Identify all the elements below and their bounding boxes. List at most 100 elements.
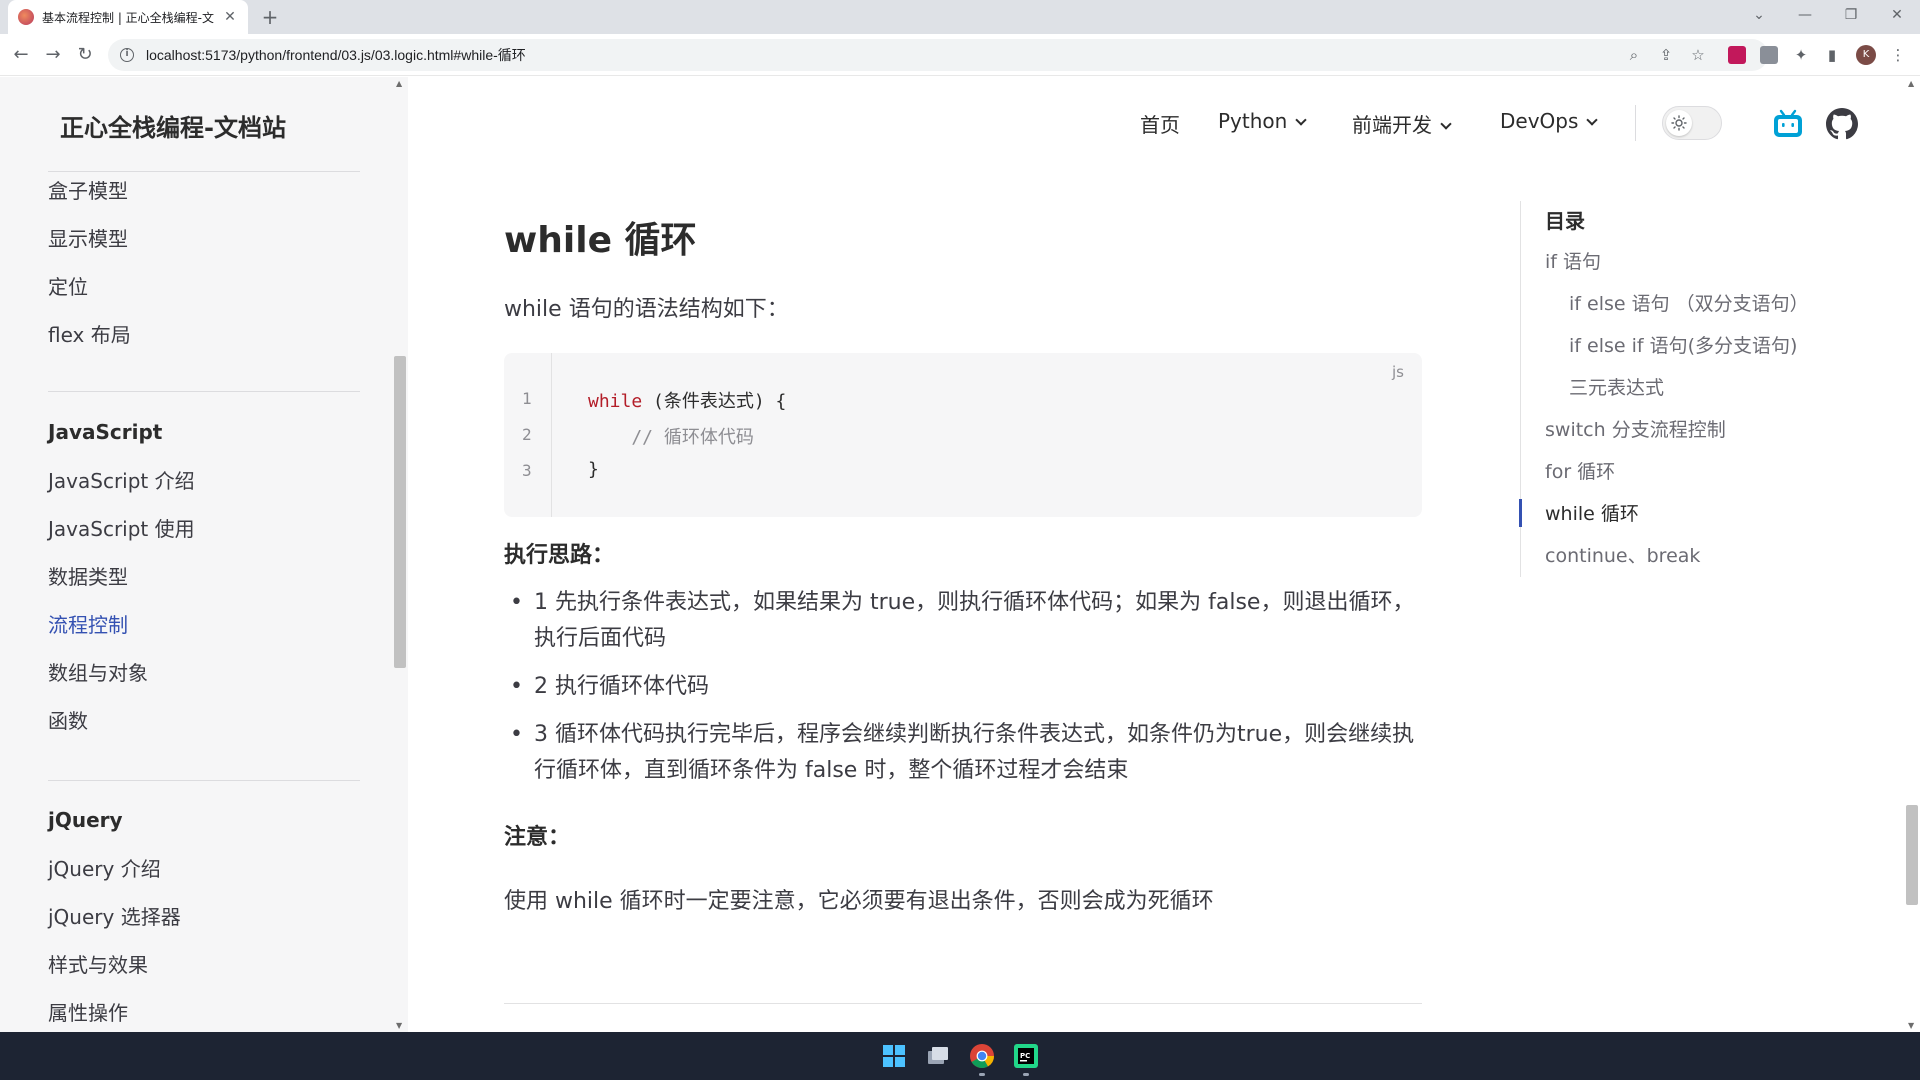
sidebar-item-jquery-intro[interactable]: jQuery 介绍 [48, 853, 161, 882]
code-line-number: 2 [522, 425, 532, 444]
svg-text:PC: PC [1020, 1052, 1030, 1060]
toc-item-if-else[interactable]: if else 语句 （双分支语句） [1569, 289, 1809, 316]
code-line: } [588, 459, 599, 480]
sidebar-item-js-intro[interactable]: JavaScript 介绍 [48, 465, 195, 494]
sidebar-divider [48, 171, 360, 172]
table-of-contents: 目录 if 语句 if else 语句 （双分支语句） if else if 语… [1519, 201, 1860, 577]
close-window-icon[interactable]: ✕ [1874, 0, 1920, 30]
nav-frontend-label: 前端开发 [1352, 113, 1432, 137]
zoom-icon[interactable]: ⌕ [1622, 43, 1646, 67]
scroll-up-arrow-icon[interactable]: ▲ [1908, 79, 1914, 88]
toc-item-while[interactable]: while 循环 [1545, 499, 1639, 526]
extensions-puzzle-icon[interactable]: ✦ [1789, 43, 1813, 67]
share-icon[interactable]: ⇪ [1654, 43, 1678, 67]
nav-separator [1635, 105, 1636, 141]
sidebar-item-js-usage[interactable]: JavaScript 使用 [48, 513, 195, 542]
page-scrollbar[interactable]: ▲ ▼ [1904, 77, 1920, 1032]
toc-item-continue-break[interactable]: continue、break [1545, 541, 1700, 568]
extension-translate-icon[interactable] [1728, 46, 1746, 64]
sidebar-item-jquery-selectors[interactable]: jQuery 选择器 [48, 901, 181, 930]
task-view-icon[interactable] [922, 1040, 954, 1072]
toc-title: 目录 [1545, 209, 1585, 233]
sidebar-scrollbar-thumb[interactable] [394, 356, 406, 668]
sidebar-item-arrays-objects[interactable]: 数组与对象 [48, 657, 148, 686]
close-tab-icon[interactable]: ✕ [222, 9, 238, 25]
sidebar-item-position[interactable]: 定位 [48, 271, 88, 300]
forward-arrow-icon[interactable]: → [40, 42, 66, 68]
page-scrollbar-thumb[interactable] [1906, 805, 1918, 905]
sidebar-item-flow-control[interactable]: 流程控制 [48, 609, 128, 638]
site-info-icon[interactable]: i [120, 48, 134, 62]
github-icon[interactable] [1826, 108, 1858, 140]
sidebar-divider [48, 780, 360, 781]
reload-icon[interactable]: ↻ [72, 42, 98, 68]
tab-search-icon[interactable]: ⌄ [1736, 0, 1782, 30]
chevron-down-icon [1295, 114, 1307, 126]
scroll-up-arrow-icon[interactable]: ▲ [396, 79, 402, 88]
code-keyword: while [588, 391, 643, 412]
code-line-numbers: 1 2 3 [504, 353, 552, 517]
toc-item-for[interactable]: for 循环 [1545, 457, 1615, 484]
section-heading: while 循环 [504, 220, 697, 261]
running-indicator [979, 1073, 985, 1076]
restore-window-icon[interactable]: ❐ [1828, 0, 1874, 30]
sidebar-item-flex[interactable]: flex 布局 [48, 319, 131, 348]
sidebar-item-attributes[interactable]: 属性操作 [48, 997, 128, 1026]
main-area: 首页 Python 前端开发 DevOps while 循环 while 语句的… [408, 77, 1920, 1032]
new-tab-button[interactable]: + [258, 6, 282, 30]
toc-active-marker [1519, 499, 1522, 527]
intro-text: while 语句的语法结构如下： [504, 297, 789, 322]
chrome-icon[interactable] [966, 1040, 998, 1076]
list-item: 1 先执行条件表达式，如果结果为 true，则执行循环体代码；如果为 false… [504, 585, 1424, 657]
scroll-down-arrow-icon[interactable]: ▼ [1908, 1021, 1914, 1030]
scroll-down-arrow-icon[interactable]: ▼ [396, 1021, 402, 1030]
windows-start-icon[interactable] [878, 1040, 910, 1072]
sidebar-item-box-model[interactable]: 盒子模型 [48, 175, 128, 204]
sidebar-item-data-types[interactable]: 数据类型 [48, 561, 128, 590]
back-arrow-icon[interactable]: ← [8, 42, 34, 68]
code-line-number: 1 [522, 389, 532, 408]
sidebar-divider [48, 391, 360, 392]
nav-home[interactable]: 首页 [1140, 109, 1180, 138]
nav-frontend[interactable]: 前端开发 [1352, 109, 1452, 138]
docs-sidebar: 正心全栈编程-文档站 盒子模型 显示模型 定位 flex 布局 JavaScri… [0, 77, 408, 1032]
nav-devops-label: DevOps [1500, 109, 1579, 133]
sidebar-group-jquery[interactable]: jQuery [48, 808, 123, 832]
theme-toggle[interactable] [1662, 106, 1722, 140]
sidebar-scrollbar[interactable]: ▲ ▼ [392, 77, 408, 1032]
sidebar-item-styles-effects[interactable]: 样式与效果 [48, 949, 148, 978]
address-bar[interactable]: i localhost:5173/python/frontend/03.js/0… [108, 39, 1768, 71]
code-language-label: js [1392, 363, 1404, 381]
tab-title: 基本流程控制 | 正心全栈编程-文档站 [42, 10, 214, 25]
nav-devops[interactable]: DevOps [1500, 109, 1599, 133]
pycharm-icon[interactable]: PC [1010, 1040, 1042, 1076]
nav-python[interactable]: Python [1218, 109, 1307, 133]
top-nav: 首页 Python 前端开发 DevOps [408, 77, 1904, 149]
content-divider [504, 1003, 1422, 1004]
extension-box-icon[interactable] [1760, 46, 1778, 64]
code-line: while (条件表达式) { [588, 387, 786, 413]
toc-item-if[interactable]: if 语句 [1545, 247, 1601, 274]
sidebar-item-functions[interactable]: 函数 [48, 705, 88, 734]
toc-item-if-else-if[interactable]: if else if 语句(多分支语句) [1569, 331, 1797, 358]
sidebar-item-display-model[interactable]: 显示模型 [48, 223, 128, 252]
running-indicator [1023, 1073, 1029, 1076]
browser-tab-active[interactable]: 基本流程控制 | 正心全栈编程-文档站 ✕ [8, 0, 248, 34]
page-viewport: 正心全栈编程-文档站 盒子模型 显示模型 定位 flex 布局 JavaScri… [0, 77, 1920, 1032]
bilibili-icon[interactable] [1772, 109, 1804, 139]
note-heading: 注意： [504, 825, 571, 850]
address-url[interactable]: localhost:5173/python/frontend/03.js/03.… [146, 45, 526, 65]
minimize-window-icon[interactable]: — [1782, 0, 1828, 30]
toc-item-switch[interactable]: switch 分支流程控制 [1545, 415, 1726, 442]
browser-menu-icon[interactable]: ⋮ [1886, 43, 1910, 67]
bookmark-star-icon[interactable]: ☆ [1686, 43, 1710, 67]
side-panel-icon[interactable]: ▮ [1820, 43, 1844, 67]
toc-item-ternary[interactable]: 三元表达式 [1569, 373, 1664, 400]
chevron-down-icon [1440, 118, 1452, 130]
note-text: 使用 while 循环时一定要注意，它必须要有退出条件，否则会成为死循环 [504, 889, 1214, 914]
site-title[interactable]: 正心全栈编程-文档站 [60, 108, 286, 143]
os-taskbar: PC [0, 1032, 1920, 1080]
profile-avatar[interactable]: K [1856, 45, 1876, 65]
code-comment: // 循环体代码 [588, 427, 754, 448]
sidebar-group-javascript[interactable]: JavaScript [48, 420, 162, 444]
